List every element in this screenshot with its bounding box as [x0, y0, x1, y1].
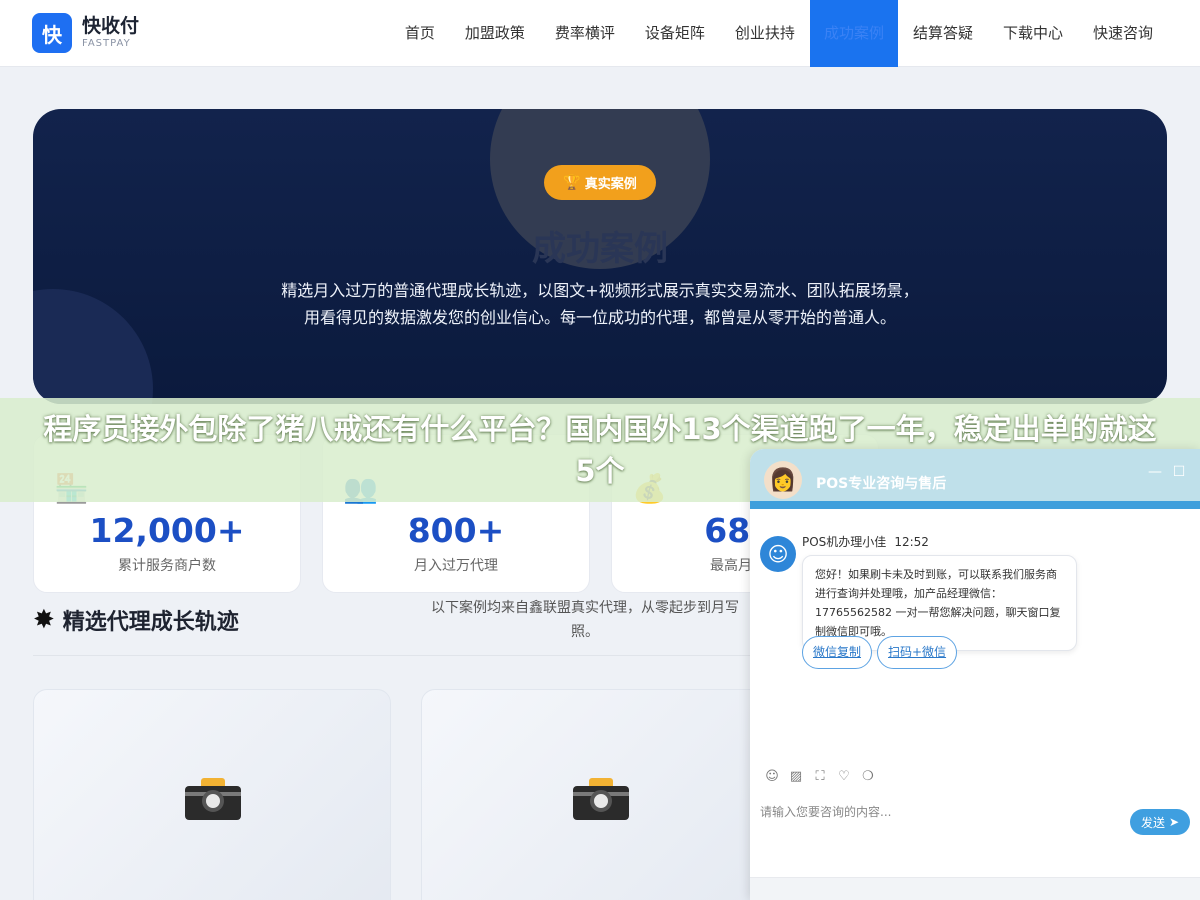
nav-item-support[interactable]: 创业扶持	[720, 0, 810, 67]
screenshot-icon[interactable]: ⛶	[808, 769, 832, 789]
message-time: 12:52	[894, 535, 929, 549]
site-header: 快 快收付 FASTPAY 首页 加盟政策 费率横评 设备矩阵 创业扶持 成功案…	[0, 0, 1200, 67]
main-nav: 首页 加盟政策 费率横评 设备矩阵 创业扶持 成功案例 结算答疑 下载中心 快速…	[390, 0, 1168, 67]
decor-circle	[33, 289, 153, 404]
brand-sub: FASTPAY	[82, 38, 131, 49]
chat-title: POS专业咨询与售后	[816, 476, 947, 492]
nav-item-rates[interactable]: 费率横评	[540, 0, 630, 67]
chat-header: 👩 POS专业咨询与售后 — ☐	[750, 449, 1200, 509]
minimize-icon[interactable]: —	[1146, 463, 1164, 481]
wechat-icon[interactable]: ❍	[856, 769, 880, 789]
chat-widget: 👩 POS专业咨询与售后 — ☐ ☺ POS机办理小佳 12:52 您好！如果刷卡…	[750, 449, 1200, 900]
nav-item-devices[interactable]: 设备矩阵	[630, 0, 720, 67]
stat-label: 累计服务商户数	[118, 558, 216, 574]
brand-name: 快收付	[82, 15, 140, 37]
copy-wechat-button[interactable]: 微信复制	[802, 636, 873, 669]
stat-value: 800+	[407, 511, 505, 550]
emoji-icon[interactable]: ☺	[760, 769, 784, 789]
logo-badge: 快	[32, 13, 72, 53]
agent-avatar: ☺	[760, 536, 796, 572]
nav-item-consult[interactable]: 快速咨询	[1078, 0, 1168, 67]
image-icon[interactable]: ▨	[784, 769, 808, 789]
section-title-text: 精选代理成长轨迹	[62, 610, 239, 635]
chat-header-stripe	[750, 501, 1200, 509]
chat-input[interactable]	[760, 801, 1120, 823]
hero-description: 精选月入过万的普通代理成长轨迹，以图文+视频形式展示真实交易流水、团队拓展场景，…	[281, 281, 919, 327]
nav-item-settlement[interactable]: 结算答疑	[898, 0, 988, 67]
nav-item-home[interactable]: 首页	[390, 0, 450, 67]
hero-title: 成功案例	[532, 229, 668, 269]
trophy-icon: 🏆	[563, 174, 581, 191]
section-title: ✸ 精选代理成长轨迹	[33, 604, 239, 636]
nav-item-download[interactable]: 下载中心	[988, 0, 1078, 67]
agent-name: POS机办理小佳	[802, 535, 887, 549]
divider	[33, 655, 750, 656]
chat-toolbar: ☺ ▨ ⛶ ♡ ❍	[760, 769, 880, 789]
camera-icon	[573, 778, 629, 820]
send-label: 发送	[1140, 815, 1165, 830]
scan-wechat-button[interactable]: 扫码+微信	[877, 636, 958, 669]
sparkle-icon: ✸	[33, 605, 55, 635]
camera-icon	[185, 778, 241, 820]
stat-label: 月入过万代理	[414, 558, 498, 574]
send-icon: ➤	[1168, 815, 1180, 829]
rate-icon[interactable]: ♡	[832, 769, 856, 789]
case-card[interactable]	[421, 689, 779, 900]
case-card[interactable]	[33, 689, 391, 900]
nav-item-cases[interactable]: 成功案例	[809, 0, 898, 67]
logo[interactable]: 快 快收付 FASTPAY	[32, 13, 139, 53]
agent-avatar-icon: 👩	[764, 461, 802, 499]
send-button[interactable]: 发送 ➤	[1130, 809, 1190, 835]
hero-badge: 🏆 真实案例	[544, 165, 656, 200]
message-meta: POS机办理小佳 12:52	[802, 533, 929, 550]
chat-messages: ☺ POS机办理小佳 12:52 您好！如果刷卡未及时到账，可以联系我们服务商进行…	[750, 509, 1200, 759]
hero-badge-label: 真实案例	[584, 177, 637, 192]
hero-banner: 🏆 真实案例 成功案例 精选月入过万的普通代理成长轨迹，以图文+视频形式展示真实…	[33, 109, 1167, 404]
maximize-icon[interactable]: ☐	[1170, 463, 1188, 481]
section-note: 以下案例均来自鑫联盟真实代理，从零起步到月写照。	[431, 600, 739, 640]
stat-value: 12,000+	[89, 511, 245, 550]
chat-footer	[750, 877, 1200, 900]
nav-item-franchise[interactable]: 加盟政策	[450, 0, 540, 67]
